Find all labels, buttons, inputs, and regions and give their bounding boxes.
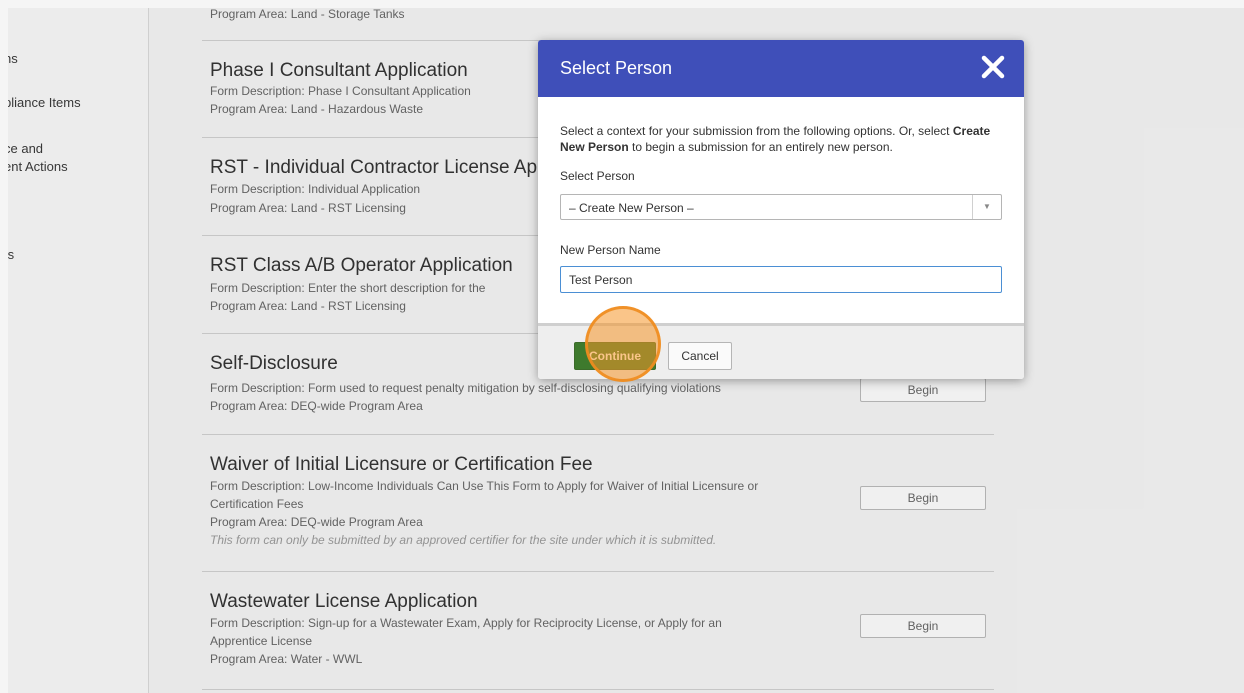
dialog-footer: Continue Cancel	[538, 323, 1024, 379]
select-person-label: Select Person	[560, 169, 635, 183]
new-person-name-input[interactable]	[560, 266, 1002, 293]
close-icon[interactable]	[980, 54, 1006, 80]
select-person-value: – Create New Person –	[569, 201, 694, 215]
select-person-dialog: Select Person Select a context for your …	[538, 40, 1024, 379]
dialog-title: Select Person	[560, 58, 673, 78]
continue-button[interactable]: Continue	[574, 342, 656, 370]
dialog-description: Select a context for your submission fro…	[560, 124, 991, 154]
dialog-header: Select Person	[538, 40, 1024, 97]
cancel-button[interactable]: Cancel	[668, 342, 732, 370]
chevron-down-icon: ▼	[972, 195, 1001, 219]
select-person-dropdown[interactable]: – Create New Person – ▼	[560, 194, 1002, 220]
dialog-body: Select a context for your submission fro…	[538, 97, 1024, 323]
new-person-name-label: New Person Name	[560, 243, 661, 257]
